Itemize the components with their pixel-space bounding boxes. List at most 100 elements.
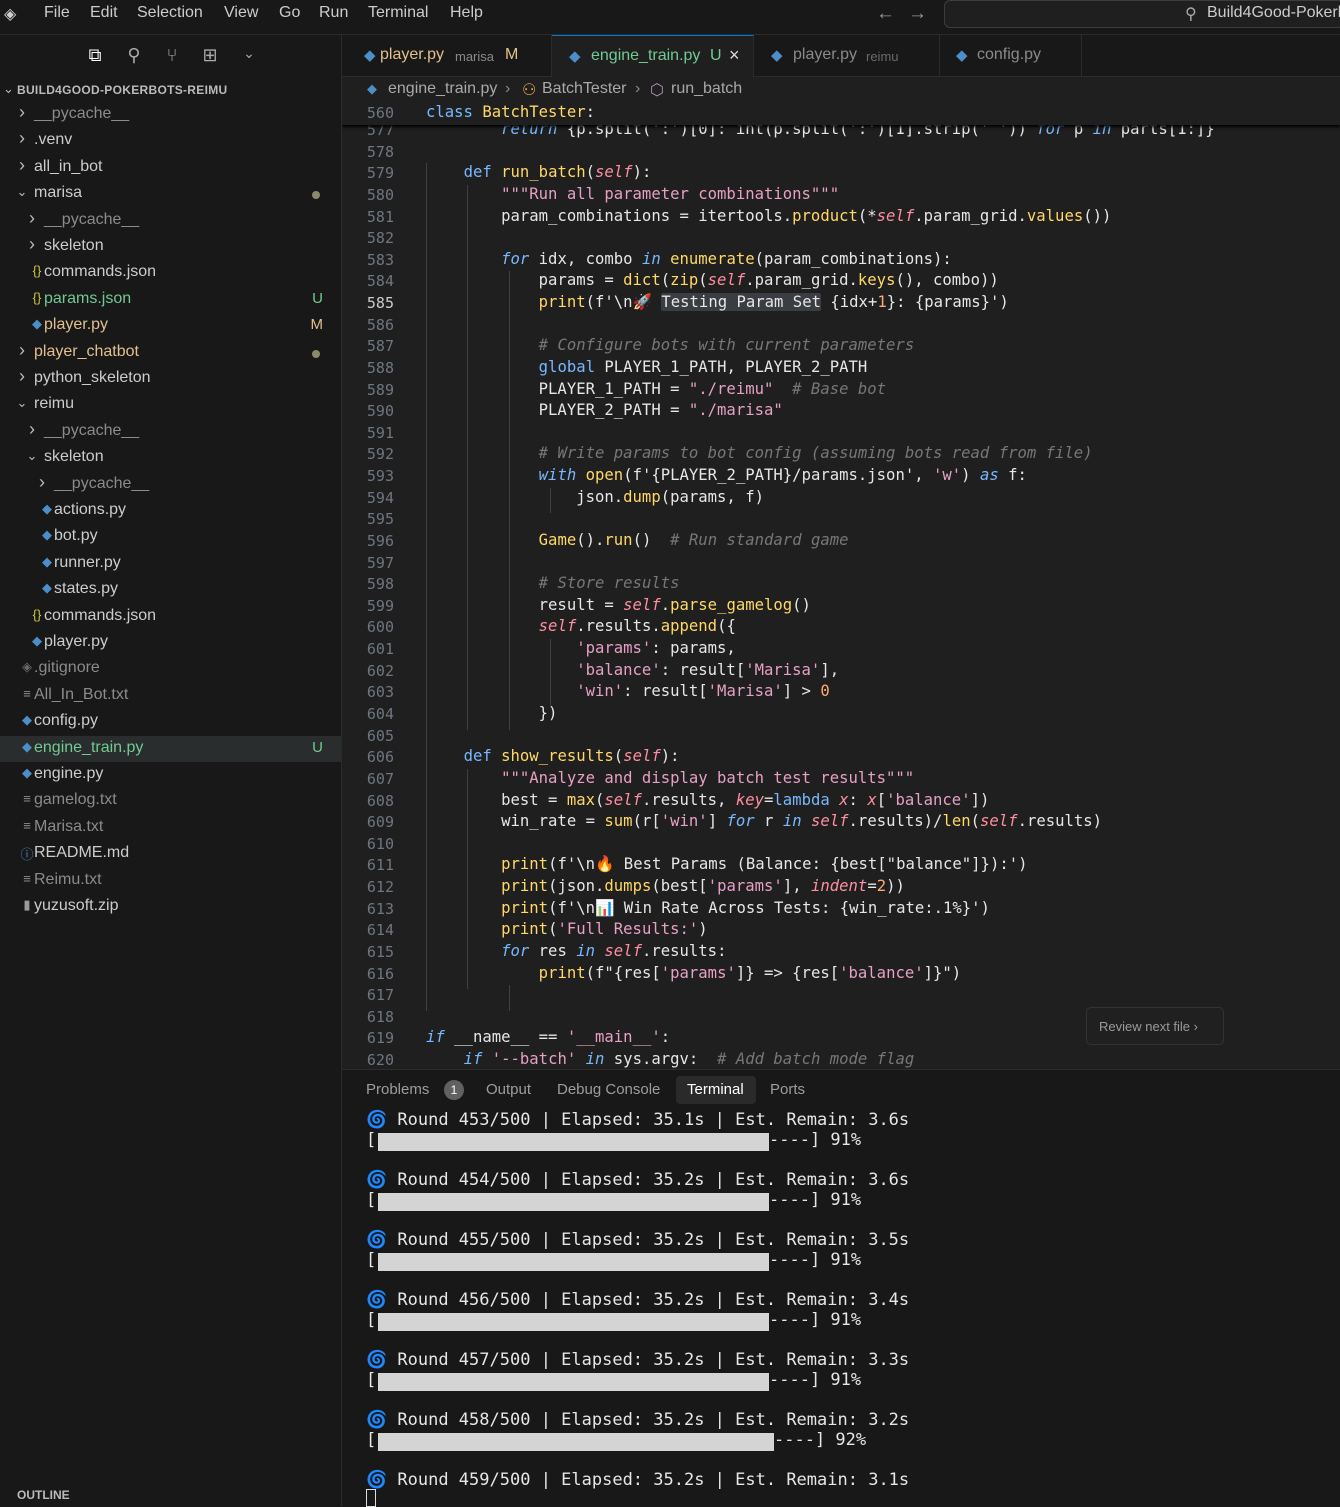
indent-guide	[550, 487, 551, 514]
breadcrumb-method[interactable]: run_batch	[671, 80, 742, 98]
tree-item-label: commands.json	[44, 606, 157, 624]
tab-config[interactable]: ◆ config.py	[940, 35, 1082, 77]
chevron-down-icon: ⌄	[16, 395, 28, 411]
line-number: 591	[366, 423, 394, 442]
tree-folder[interactable]: › skeleton	[0, 234, 341, 260]
tree-folder[interactable]: › python_skeleton	[0, 366, 341, 392]
back-arrow-icon[interactable]: ←	[876, 3, 895, 25]
chevron-right-icon: ›	[19, 339, 25, 360]
tree-file[interactable]: ≡ gamelog.txt	[0, 788, 341, 814]
git-status-badge: M	[310, 316, 324, 334]
explorer-root-title[interactable]: BUILD4GOOD-POKERBOTS-REIMU	[17, 83, 227, 97]
panel-tab-terminal[interactable]: Terminal	[687, 1081, 744, 1098]
code-line: global PLAYER_1_PATH, PLAYER_2_PATH	[538, 357, 868, 376]
review-next-file-button[interactable]: Review next file ›	[1086, 1007, 1224, 1045]
extensions-icon[interactable]: ⊞	[199, 45, 221, 67]
menu-terminal[interactable]: Terminal	[368, 4, 428, 22]
breadcrumb-file[interactable]: engine_train.py	[388, 80, 497, 98]
terminal-round-line: 🌀 Round 459/500 | Elapsed: 35.2s | Est. …	[366, 1470, 910, 1490]
tree-item-label: commands.json	[44, 263, 157, 281]
panel-tab-ports[interactable]: Ports	[770, 1081, 805, 1098]
outline-section-title[interactable]: OUTLINE	[17, 1488, 70, 1502]
tree-file[interactable]: {} params.json U	[0, 287, 341, 313]
tree-folder[interactable]: ⌄ marisa	[0, 181, 341, 207]
close-icon[interactable]: ×	[729, 45, 740, 66]
tree-item-label: __pycache__	[44, 210, 140, 228]
tree-item-label: actions.py	[54, 501, 127, 518]
text-file-icon: ≡	[23, 791, 31, 807]
search-icon[interactable]: ⚲	[123, 45, 145, 67]
tree-folder[interactable]: › .venv	[0, 128, 341, 154]
tree-item-label: python_skeleton	[34, 369, 151, 386]
tree-file[interactable]: ◆ config.py	[0, 709, 341, 735]
tree-file[interactable]: ≡ Marisa.txt	[0, 815, 341, 841]
forward-arrow-icon[interactable]: →	[908, 3, 927, 25]
tree-file[interactable]: ◆ states.py	[0, 577, 341, 603]
chevron-down-icon[interactable]: ⌄	[3, 81, 14, 97]
tree-file[interactable]: ◆ player.py	[0, 630, 341, 656]
explorer-files-icon[interactable]: ⧉	[84, 45, 106, 67]
tree-item-label: __pycache__	[54, 474, 150, 492]
line-number: 589	[366, 380, 394, 399]
progress-bar-remainder: ----] 91%	[769, 1370, 862, 1390]
menu-help[interactable]: Help	[450, 4, 483, 22]
tree-folder[interactable]: ⌄ skeleton	[0, 445, 341, 471]
sticky-scroll-header[interactable]: 560 class BatchTester:	[342, 101, 1340, 125]
line-number: 614	[366, 921, 394, 940]
line-number: 606	[366, 748, 394, 767]
command-center-search[interactable]: ⚲ Build4Good-Pokerbots-Reimu	[944, 0, 1340, 28]
indent-guide	[467, 768, 468, 990]
tree-file[interactable]: ◆ actions.py	[0, 498, 341, 524]
tree-file[interactable]: ◈ .gitignore	[0, 656, 341, 682]
tab-description: marisa	[455, 49, 495, 64]
tree-folder[interactable]: › __pycache__	[0, 208, 341, 234]
tree-folder[interactable]: › all_in_bot	[0, 155, 341, 181]
menu-run[interactable]: Run	[319, 4, 348, 22]
git-file-icon: ◈	[22, 659, 32, 675]
tree-folder[interactable]: › __pycache__	[0, 102, 341, 128]
tree-item-label: __pycache__	[44, 421, 140, 439]
tree-file[interactable]: ≡ Reimu.txt	[0, 868, 341, 894]
breadcrumb-class[interactable]: BatchTester	[542, 80, 626, 98]
panel-tab-output[interactable]: Output	[486, 1081, 531, 1098]
tree-file[interactable]: ◆ engine_train.py U	[0, 735, 341, 762]
code-editor[interactable]: 560 class BatchTester: 577 return {p.spl…	[342, 101, 1340, 1069]
tree-file[interactable]: ≡ All_In_Bot.txt	[0, 683, 341, 709]
panel-tab-problems[interactable]: Problems	[366, 1081, 429, 1098]
tab-player-reimu[interactable]: ◆ player.py reimu	[754, 35, 940, 77]
tree-folder[interactable]: › player_chatbot	[0, 340, 341, 366]
app-logo-icon[interactable]: ◈	[4, 4, 24, 24]
panel-tab-debug-console[interactable]: Debug Console	[557, 1081, 660, 1098]
tree-file[interactable]: ◆ runner.py	[0, 551, 341, 577]
menu-edit[interactable]: Edit	[90, 4, 118, 22]
tree-folder[interactable]: › __pycache__	[0, 419, 341, 445]
line-number: 609	[366, 813, 394, 832]
line-number: 611	[366, 856, 394, 875]
source-control-icon[interactable]: ⑂	[161, 45, 183, 67]
class-symbol-icon: ⚇	[522, 82, 537, 99]
text-file-icon: ≡	[23, 685, 31, 701]
tree-file[interactable]: ▮ yuzusoft.zip	[0, 894, 341, 920]
menu-file[interactable]: File	[44, 4, 70, 22]
tree-file[interactable]: {} commands.json	[0, 260, 341, 286]
chevron-right-icon: ›	[19, 128, 25, 149]
tree-file[interactable]: ◆ player.py M	[0, 313, 341, 339]
progress-bar-fill	[378, 1193, 769, 1211]
progress-bar-remainder: ----] 91%	[769, 1190, 862, 1210]
line-number: 605	[366, 726, 394, 745]
tree-file[interactable]: ⓘ README.md	[0, 841, 341, 867]
menu-go[interactable]: Go	[279, 4, 300, 22]
tab-description: reimu	[866, 49, 899, 64]
menu-selection[interactable]: Selection	[137, 4, 203, 22]
tree-folder[interactable]: › __pycache__	[0, 472, 341, 498]
tree-file[interactable]: ◆ bot.py	[0, 524, 341, 550]
tab-engine-train[interactable]: ◆ engine_train.py U ×	[552, 35, 754, 77]
tree-file[interactable]: ◆ engine.py	[0, 762, 341, 788]
tab-player-marisa[interactable]: ◆ player.py marisa M	[342, 35, 552, 77]
menu-view[interactable]: View	[224, 4, 258, 22]
chevron-down-icon[interactable]: ⌄	[238, 45, 260, 67]
tree-file[interactable]: {} commands.json	[0, 604, 341, 630]
code-line: PLAYER_1_PATH = "./reimu" # Base bot	[426, 379, 887, 398]
tree-item-label: README.md	[34, 844, 130, 862]
tree-folder[interactable]: ⌄ reimu	[0, 392, 341, 418]
